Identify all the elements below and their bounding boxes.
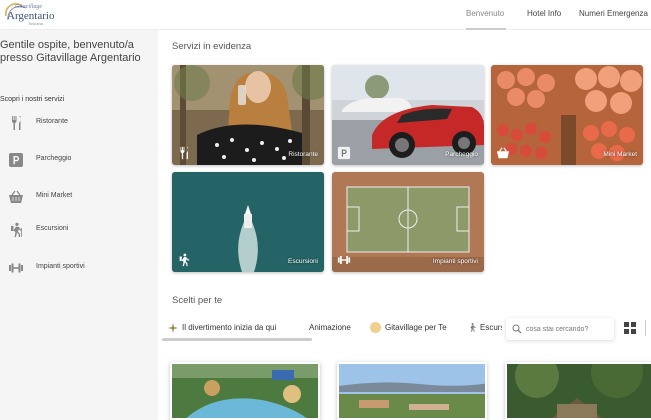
nav-active-indicator bbox=[466, 28, 506, 30]
sidebar-item-label: Parcheggio bbox=[36, 155, 72, 162]
dumbbell-icon bbox=[337, 256, 351, 264]
dumbbell-icon bbox=[9, 263, 23, 273]
card-parcheggio[interactable]: Parcheggio bbox=[332, 65, 484, 165]
picks-title: Scelti per te bbox=[172, 295, 223, 306]
card-mini-market-image bbox=[491, 65, 643, 165]
sidebar-item-label: Escursioni bbox=[36, 225, 69, 232]
tile-3-image bbox=[507, 364, 651, 418]
hiker-icon bbox=[11, 222, 22, 237]
featured-title: Servizi in evidenza bbox=[172, 41, 252, 52]
chip-escursioni[interactable]: Escursioni bbox=[480, 323, 502, 332]
sparkle-icon bbox=[168, 323, 178, 333]
cutlery-icon bbox=[180, 146, 188, 160]
card-escursioni[interactable]: Escursioni bbox=[172, 172, 324, 272]
cutlery-icon bbox=[11, 116, 21, 130]
sidebar-item-ristorante[interactable]: Ristorante bbox=[8, 113, 158, 133]
sidebar-item-label: Mini Market bbox=[36, 192, 73, 199]
tile-2[interactable] bbox=[337, 362, 487, 420]
nav-benvenuto[interactable]: Benvenuto bbox=[466, 9, 504, 18]
hiker-icon bbox=[470, 322, 476, 332]
logo[interactable]: Gitavillage Argentario Toscana bbox=[2, 2, 54, 26]
chips-scrollbar[interactable] bbox=[162, 338, 312, 341]
card-label: Impianti sportivi bbox=[432, 258, 478, 265]
card-ristorante-image bbox=[172, 65, 324, 165]
welcome-text: Gentile ospite, benvenuto/a presso Gitav… bbox=[0, 39, 141, 64]
sidebar: Gentile ospite, benvenuto/a presso Gitav… bbox=[0, 30, 158, 420]
card-escursioni-image bbox=[172, 172, 324, 272]
card-impianti-sportivi[interactable]: Impianti sportivi bbox=[332, 172, 484, 272]
card-label: Ristorante bbox=[288, 151, 318, 158]
search-icon bbox=[512, 324, 522, 334]
card-label: Escursioni bbox=[288, 258, 318, 265]
card-impianti-sportivi-image bbox=[332, 172, 484, 272]
tile-1[interactable] bbox=[170, 362, 320, 420]
chip-gitavillage-per-te[interactable]: Gitavillage per Te bbox=[385, 323, 447, 332]
tile-3[interactable] bbox=[505, 362, 651, 420]
sidebar-item-escursioni[interactable]: Escursioni bbox=[8, 220, 158, 240]
nav-numeri-emergenza[interactable]: Numeri Emergenza bbox=[579, 9, 648, 18]
card-parcheggio-image bbox=[332, 65, 484, 165]
sidebar-item-mini-market[interactable]: Mini Market bbox=[8, 187, 158, 207]
sidebar-item-label: Ristorante bbox=[36, 118, 68, 125]
chip-animazione[interactable]: Animazione bbox=[309, 323, 351, 332]
card-mini-market[interactable]: Mini Market bbox=[491, 65, 643, 165]
basket-icon bbox=[9, 190, 23, 203]
tile-1-image bbox=[172, 364, 318, 418]
tile-2-image bbox=[339, 364, 485, 418]
circle-icon bbox=[370, 322, 381, 333]
card-label: Mini Market bbox=[603, 151, 637, 158]
sidebar-item-parcheggio[interactable]: Parcheggio bbox=[8, 150, 158, 170]
sidebar-item-impianti-sportivi[interactable]: Impianti sportivi bbox=[8, 258, 158, 278]
top-bar: Gitavillage Argentario Toscana Benvenuto… bbox=[0, 0, 651, 30]
view-toggle-edge[interactable] bbox=[645, 320, 651, 336]
sidebar-item-label: Impianti sportivi bbox=[36, 263, 85, 270]
chip-divertimento[interactable]: Il divertimento inizia da qui bbox=[182, 323, 276, 332]
hiker-icon bbox=[179, 253, 190, 267]
parking-icon bbox=[337, 146, 351, 160]
discover-heading: Scopri i nostri servizi bbox=[0, 96, 65, 103]
parking-icon bbox=[9, 153, 23, 167]
grid-view-icon[interactable] bbox=[624, 322, 636, 334]
card-ristorante[interactable]: Ristorante bbox=[172, 65, 324, 165]
nav-hotel-info[interactable]: Hotel Info bbox=[527, 9, 561, 18]
logo-line3: Toscana bbox=[28, 21, 43, 26]
basket-icon bbox=[496, 147, 510, 159]
card-label: Parcheggio bbox=[445, 151, 478, 158]
search-input[interactable] bbox=[526, 322, 611, 336]
search-box bbox=[506, 318, 614, 340]
